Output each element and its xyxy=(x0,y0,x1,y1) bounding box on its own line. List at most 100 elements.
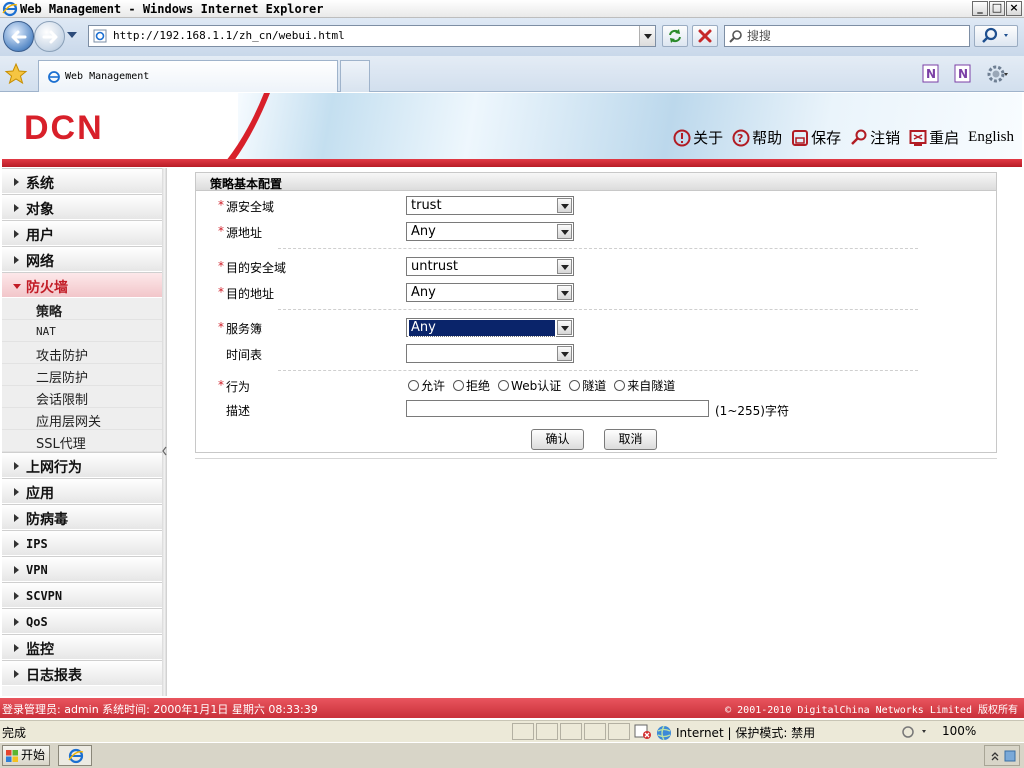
required-mark: * xyxy=(218,378,224,392)
tab-web-management[interactable]: Web Management xyxy=(38,60,338,92)
radio-circle[interactable] xyxy=(569,380,581,391)
about-button[interactable]: 关于 xyxy=(673,127,723,148)
refresh-button[interactable] xyxy=(662,25,688,47)
sidebar-item-system[interactable]: 系统 xyxy=(2,168,162,194)
radio-circle[interactable] xyxy=(408,380,419,391)
sidebar-item-vpn[interactable]: VPN xyxy=(2,556,162,582)
onenote-send-icon[interactable]: N xyxy=(952,63,974,85)
src-addr-select[interactable]: Any xyxy=(406,222,574,241)
schedule-select[interactable] xyxy=(406,344,574,363)
popup-blocked-icon[interactable] xyxy=(634,724,652,740)
dropdown-arrow-icon[interactable] xyxy=(557,259,572,274)
english-link[interactable]: English xyxy=(968,129,1014,146)
sidebar-subitem-session-limit[interactable]: 会话限制 xyxy=(2,386,162,408)
sidebar-item-antivirus[interactable]: 防病毒 xyxy=(2,504,162,530)
taskbar-ie-button[interactable] xyxy=(58,745,92,766)
radio-circle[interactable] xyxy=(614,380,626,391)
sidebar-subitem-label: 攻击防护 xyxy=(36,349,89,364)
sidebar-item-ips[interactable]: IPS xyxy=(2,530,162,556)
action-from-tunnel-radio[interactable]: 来自隧道 xyxy=(614,377,675,394)
confirm-button[interactable]: 确认 xyxy=(531,429,584,450)
protected-mode-icon[interactable] xyxy=(900,724,934,740)
sidebar-item-label: 监控 xyxy=(26,642,54,658)
close-window-button[interactable]: × xyxy=(1006,1,1022,16)
service-value: Any xyxy=(408,319,556,337)
cancel-button[interactable]: 取消 xyxy=(604,429,657,450)
chevron-right-icon xyxy=(14,178,19,186)
sidebar-item-scvpn[interactable]: SCVPN xyxy=(2,582,162,608)
src-zone-select[interactable]: trust xyxy=(406,196,574,215)
action-deny-radio[interactable]: 拒绝 xyxy=(453,377,490,394)
start-label: 开始 xyxy=(21,748,46,762)
start-button[interactable]: 开始 xyxy=(2,745,50,766)
tray-expand-icon[interactable] xyxy=(989,749,1017,763)
radio-circle[interactable] xyxy=(498,380,510,391)
sidebar-item-firewall[interactable]: 防火墙 xyxy=(2,272,162,298)
dropdown-arrow-icon[interactable] xyxy=(557,224,572,239)
sidebar-subitem-attack-defense[interactable]: 攻击防护 xyxy=(2,342,162,364)
collapse-arrow-icon[interactable] xyxy=(162,444,167,458)
sidebar-item-qos[interactable]: QoS xyxy=(2,608,162,634)
address-dropdown-icon[interactable] xyxy=(639,26,655,46)
sidebar-splitter[interactable] xyxy=(162,168,167,696)
description-label: 描述 xyxy=(226,404,251,418)
sidebar-item-log-report[interactable]: 日志报表 xyxy=(2,660,162,686)
sidebar-item-application[interactable]: 应用 xyxy=(2,478,162,504)
dropdown-arrow-icon[interactable] xyxy=(557,320,572,335)
radio-circle[interactable] xyxy=(453,380,465,391)
action-web-auth-radio[interactable]: Web认证 xyxy=(498,377,561,394)
action-permit-radio[interactable]: 允许 xyxy=(408,377,445,394)
sidebar-subitem-ssl-proxy[interactable]: SSL代理 xyxy=(2,430,162,452)
security-zone[interactable]: Internet | 保护模式: 禁用 xyxy=(656,724,815,741)
login-info: 登录管理员: admin 系统时间: 2000年1月1日 星期六 08:33:3… xyxy=(2,703,318,716)
sidebar-subitem-l2-defense[interactable]: 二层防护 xyxy=(2,364,162,386)
logout-button[interactable]: 注销 xyxy=(850,127,900,148)
service-select[interactable]: Any xyxy=(406,318,574,337)
action-tunnel-radio[interactable]: 隧道 xyxy=(569,377,606,394)
required-mark: * xyxy=(218,285,224,299)
save-button[interactable]: 保存 xyxy=(791,127,841,148)
dropdown-arrow-icon[interactable] xyxy=(557,198,572,213)
chevron-right-icon xyxy=(14,256,19,264)
action-row: * 行为 允许 拒绝 Web认证 隧道 来自隧道 xyxy=(196,375,996,397)
sidebar-item-users[interactable]: 用户 xyxy=(2,220,162,246)
sidebar-item-monitor[interactable]: 监控 xyxy=(2,634,162,660)
search-go-button[interactable] xyxy=(974,25,1018,47)
page-ie-icon xyxy=(93,29,107,43)
sidebar-item-objects[interactable]: 对象 xyxy=(2,194,162,220)
onenote-icon[interactable]: N xyxy=(920,63,942,85)
sidebar-subitem-nat[interactable]: NAT xyxy=(2,320,162,342)
new-tab-button[interactable] xyxy=(340,60,370,92)
minimize-button[interactable]: _ xyxy=(972,1,988,16)
chevron-right-icon xyxy=(14,592,19,600)
search-box[interactable]: 搜搜 xyxy=(724,25,970,47)
reboot-button[interactable]: 重启 xyxy=(909,127,959,148)
sidebar-item-internet-behavior[interactable]: 上网行为 xyxy=(2,452,162,478)
dst-addr-select[interactable]: Any xyxy=(406,283,574,302)
zoom-level[interactable]: 100% xyxy=(942,724,976,738)
history-dropdown-icon[interactable] xyxy=(67,32,77,38)
chevron-right-icon xyxy=(14,514,19,522)
system-tray[interactable] xyxy=(984,745,1020,766)
back-button[interactable] xyxy=(3,21,34,52)
sidebar-item-label: 上网行为 xyxy=(26,460,82,476)
description-input[interactable] xyxy=(406,400,709,417)
help-button[interactable]: ? 帮助 xyxy=(732,127,782,148)
stop-button[interactable] xyxy=(692,25,718,47)
maximize-button[interactable]: □ xyxy=(989,1,1005,16)
dropdown-arrow-icon[interactable] xyxy=(557,285,572,300)
forward-button[interactable] xyxy=(34,21,65,52)
tools-gear-icon[interactable] xyxy=(986,63,1008,85)
zone-label: Internet | 保护模式: 禁用 xyxy=(676,726,816,740)
address-url[interactable]: http://192.168.1.1/zh_cn/webui.html xyxy=(113,29,345,43)
sidebar-item-network[interactable]: 网络 xyxy=(2,246,162,272)
dst-zone-select[interactable]: untrust xyxy=(406,257,574,276)
about-label: 关于 xyxy=(693,129,724,147)
sidebar-subitem-alg[interactable]: 应用层网关 xyxy=(2,408,162,430)
section-divider xyxy=(278,370,918,371)
address-bar[interactable]: http://192.168.1.1/zh_cn/webui.html xyxy=(88,25,656,47)
sidebar-subitem-policy[interactable]: 策略 xyxy=(2,298,162,320)
dropdown-arrow-icon[interactable] xyxy=(557,346,572,361)
favorites-star-icon[interactable] xyxy=(4,62,28,86)
sidebar-item-label: 系统 xyxy=(26,176,54,192)
